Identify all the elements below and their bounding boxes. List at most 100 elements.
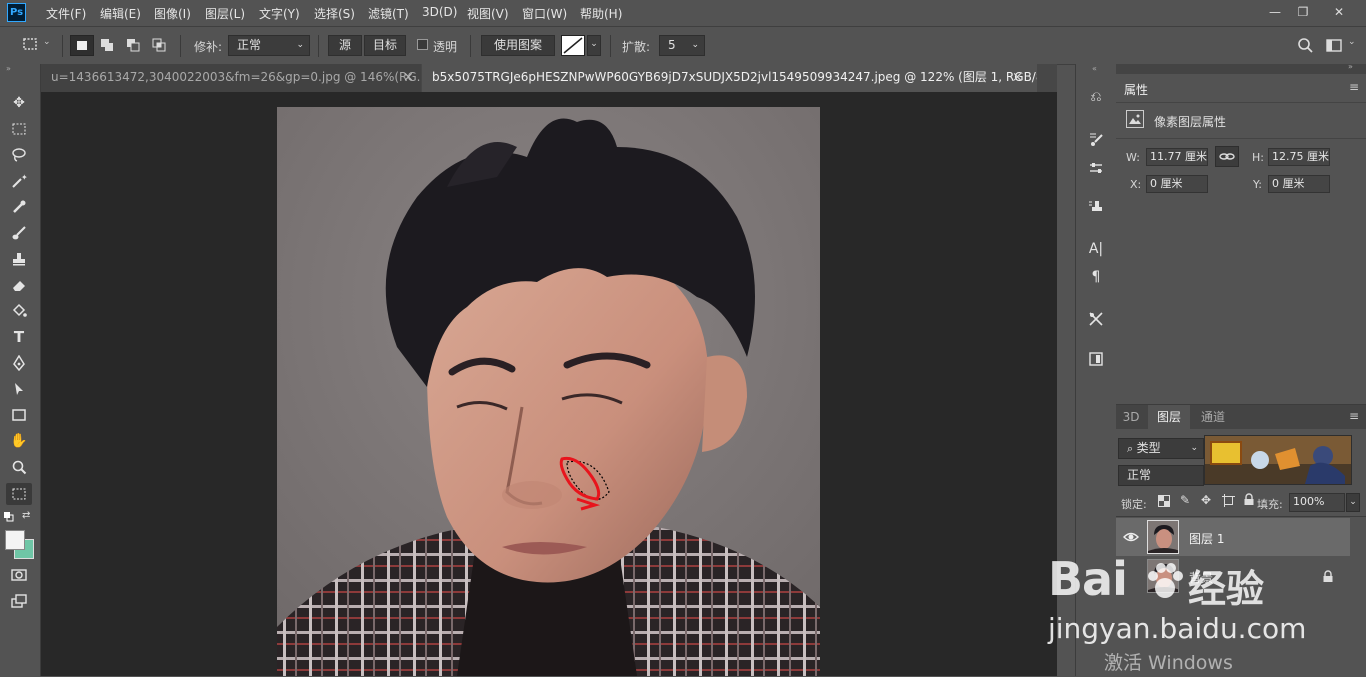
magic-wand-tool-icon[interactable]: ✦ [6,170,32,192]
history-icon[interactable]: ⎌ [1084,86,1108,108]
width-field[interactable]: 11.77 厘米 [1146,148,1208,166]
screen-mode-icon[interactable] [6,590,32,612]
patch-tool-icon[interactable] [6,483,32,505]
default-colors-icon[interactable] [4,511,14,522]
foreground-color-swatch[interactable] [5,530,25,550]
lock-position-icon[interactable]: ✥ [1201,493,1211,507]
watermark-url: jingyan.baidu.com [1048,612,1307,645]
path-selection-tool-icon[interactable] [6,378,32,400]
tab-3d[interactable]: 3D [1116,405,1146,429]
rectangle-tool-icon[interactable] [6,404,32,426]
restore-button[interactable]: ❐ [1289,2,1317,22]
minimize-button[interactable]: — [1261,2,1289,22]
link-dimensions-icon[interactable] [1215,146,1239,167]
chevron-down-icon[interactable]: ⌄ [43,37,51,47]
fill-label: 填充: [1257,498,1283,511]
zoom-tool-icon[interactable] [6,456,32,478]
brush-settings-icon[interactable] [1084,128,1108,150]
properties-panel: 属性 ≡ 像素图层属性 W: 11.77 厘米 H: 12.75 厘米 X: 0… [1116,74,1366,404]
menu-edit[interactable]: 编辑(E) [100,5,141,22]
chevron-down-icon[interactable]: ⌄ [1348,37,1356,47]
add-selection-button[interactable] [97,35,119,56]
patch-tool-preset-icon[interactable] [22,36,38,52]
type-tool-icon[interactable]: T [6,326,32,348]
diffusion-value: 5 [668,38,676,52]
subtract-selection-button[interactable] [123,35,145,56]
adjustments-icon[interactable] [1084,157,1108,179]
menu-help[interactable]: 帮助(H) [580,5,622,22]
eyedropper-tool-icon[interactable] [6,196,32,218]
eye-visibility-icon[interactable] [1123,529,1139,545]
stamp-tool-icon[interactable] [6,248,32,270]
paint-bucket-tool-icon[interactable] [6,300,32,322]
menu-window[interactable]: 窗口(W) [522,5,567,22]
close-tab-icon[interactable]: × [403,70,414,85]
clone-source-icon[interactable] [1084,196,1108,218]
lock-transparency-icon[interactable] [1158,495,1170,507]
hand-tool-icon[interactable]: ✋ [6,430,32,452]
watermark-brand: Bai [1048,552,1128,606]
tab-channels[interactable]: 通道 [1192,405,1234,429]
properties-subtitle: 像素图层属性 [1154,115,1227,129]
menu-layer[interactable]: 图层(L) [205,5,245,22]
menu-view[interactable]: 视图(V) [467,5,509,22]
menu-select[interactable]: 选择(S) [314,5,355,22]
workspace-icon[interactable] [1325,37,1343,55]
panel-menu-icon[interactable]: ≡ [1349,80,1359,94]
tab-label: u=1436613472,3040022003&fm=26&gp=0.jpg @… [51,70,421,84]
use-pattern-button[interactable]: 使用图案 [481,35,555,56]
watermark-brand-suffix: 经验 [1188,567,1265,611]
lock-artboard-icon[interactable] [1222,494,1235,507]
properties-panel-icon[interactable] [1084,348,1108,370]
baidu-watermark-logo: Bai 经验 [1048,552,1348,612]
source-button[interactable]: 源 [328,35,362,56]
diffusion-select[interactable]: 5 ⌄ [659,35,705,56]
transparent-checkbox[interactable] [417,39,428,50]
layer-filter-select[interactable]: ⌕ 类型 ⌄ [1118,438,1204,459]
patch-mode-select[interactable]: 正常 ⌄ [228,35,310,56]
collapse-panel-icon[interactable]: » [1348,62,1353,71]
chevron-down-icon: ⌄ [1190,443,1198,453]
x-field[interactable]: 0 厘米 [1146,175,1208,193]
blend-mode-select[interactable]: 正常 [1118,465,1204,486]
search-icon[interactable] [1296,37,1314,55]
menu-3d[interactable]: 3D(D) [422,5,457,19]
menu-type[interactable]: 文字(Y) [259,5,300,22]
close-window-button[interactable]: ✕ [1325,2,1353,22]
menu-image[interactable]: 图像(I) [154,5,191,22]
target-button[interactable]: 目标 [364,35,406,56]
pattern-picker-chevron-icon[interactable]: ⌄ [587,35,601,56]
intersect-selection-button[interactable] [149,35,171,56]
pattern-swatch[interactable] [561,35,585,56]
new-selection-button[interactable] [70,35,94,56]
chevron-down-icon[interactable]: ⌄ [1346,493,1360,512]
pen-tool-icon[interactable] [6,352,32,374]
height-field[interactable]: 12.75 厘米 [1268,148,1330,166]
brush-tool-icon[interactable] [6,222,32,244]
lasso-tool-icon[interactable] [6,144,32,166]
pixel-layer-icon [1126,110,1144,128]
lock-pixels-icon[interactable]: ✎ [1180,493,1190,507]
tool-presets-icon[interactable] [1084,308,1108,330]
move-tool-icon[interactable]: ✥ [6,92,32,114]
menu-file[interactable]: 文件(F) [46,5,86,22]
menu-filter[interactable]: 滤镜(T) [368,5,409,22]
y-field[interactable]: 0 厘米 [1268,175,1330,193]
close-tab-icon[interactable]: × [1012,70,1023,85]
paragraph-icon[interactable]: ¶ [1084,266,1108,288]
lock-all-icon[interactable] [1243,493,1255,506]
tab-layers[interactable]: 图层 [1148,405,1190,429]
document-image[interactable] [277,107,820,676]
character-icon[interactable]: A| [1084,238,1108,260]
marquee-tool-icon[interactable] [6,118,32,140]
panel-menu-icon[interactable]: ≡ [1349,409,1359,423]
quick-mask-icon[interactable] [6,564,32,586]
collapse-panel-icon[interactable]: « [1092,64,1097,73]
fill-field[interactable]: 100% [1289,493,1345,512]
collapse-panel-icon[interactable]: » [6,64,11,73]
layer-row[interactable]: 图层 1 [1116,518,1350,556]
swap-colors-icon[interactable]: ⇄ [22,510,30,521]
eraser-tool-icon[interactable] [6,274,32,296]
tab-document-2[interactable]: b5x5075TRGJe6pHESZNPwWP60GYB69jD7xSUDJX5… [422,64,1037,92]
tab-document-1[interactable]: u=1436613472,3040022003&fm=26&gp=0.jpg @… [41,64,421,92]
